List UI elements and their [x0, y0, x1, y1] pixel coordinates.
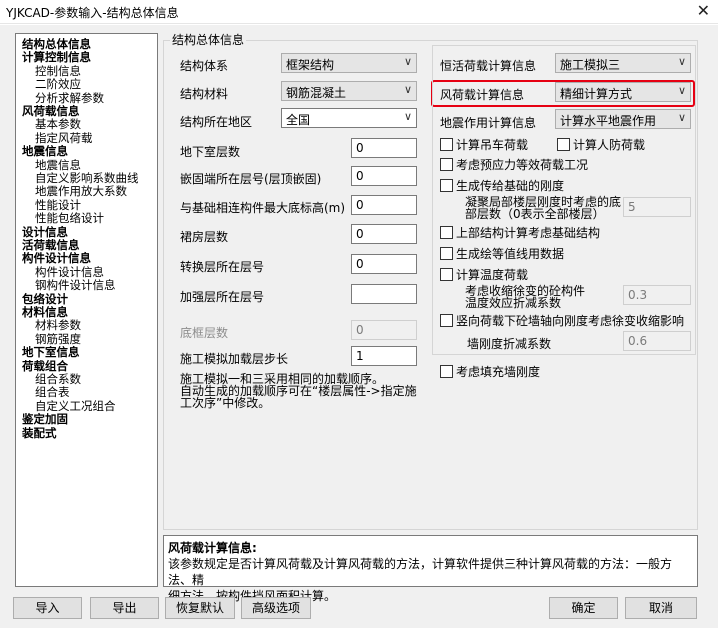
tree-item[interactable]: 活荷载信息	[22, 239, 80, 252]
ok-button[interactable]: 确定	[549, 597, 618, 619]
checkbox-box[interactable]	[440, 365, 453, 378]
region-select[interactable]: 全国 ∨	[281, 108, 417, 128]
tree-item[interactable]: 构件设计信息	[35, 265, 104, 279]
infill-wall-checkbox[interactable]: 考虑填充墙刚度	[440, 363, 540, 380]
region-label: 结构所在地区	[180, 115, 253, 129]
basement-floors-label: 地下室层数	[180, 145, 241, 159]
window-title: YJKCAD-参数输入-结构总体信息	[6, 6, 179, 20]
description-title: 风荷载计算信息:	[168, 541, 257, 555]
close-icon[interactable]: ✕	[697, 1, 710, 20]
tree-item[interactable]: 风荷载信息	[22, 105, 80, 118]
description-line-1: 该参数规定是否计算风荷载及计算风荷载的方法，计算软件提供三种计算风荷载的方法：一…	[168, 557, 673, 587]
right-subgroup	[432, 45, 696, 355]
tree-item[interactable]: 组合表	[35, 386, 70, 399]
transfer-floor-label: 转换层所在层号	[180, 260, 265, 274]
tree-item[interactable]: 组合系数	[35, 373, 81, 386]
reset-default-button[interactable]: 恢复默认	[165, 597, 235, 619]
group-title: 结构总体信息	[170, 31, 247, 48]
title-bar: YJKCAD-参数输入-结构总体信息 ✕	[0, 0, 718, 24]
strengthen-floor-label: 加强层所在层号	[180, 290, 265, 304]
tree-item[interactable]: 荷载组合	[22, 359, 68, 373]
structure-material-label: 结构材料	[180, 87, 229, 101]
tree-item[interactable]: 地下室信息	[22, 346, 80, 359]
tree-item[interactable]: 材料信息	[22, 306, 68, 319]
description-panel: 风荷载计算信息: 该参数规定是否计算风荷载及计算风荷载的方法，计算软件提供三种计…	[163, 535, 698, 603]
construction-step-input[interactable]: 1	[351, 346, 417, 366]
tree-item[interactable]: 构件设计信息	[22, 252, 91, 265]
structure-system-label: 结构体系	[180, 59, 229, 73]
strengthen-floor-input[interactable]	[351, 284, 417, 304]
tree-item[interactable]: 结构总体信息	[22, 38, 91, 51]
podium-floors-input[interactable]: 0	[351, 224, 417, 244]
tree-item[interactable]: 自定义工况组合	[35, 399, 116, 413]
tree-item[interactable]: 地震作用放大系数	[35, 185, 127, 198]
embed-floor-label: 嵌固端所在层号(层顶嵌固)	[180, 172, 322, 186]
export-button[interactable]: 导出	[90, 597, 159, 619]
tree-item[interactable]: 地震信息	[35, 158, 81, 172]
tree-item[interactable]: 性能设计	[35, 198, 81, 212]
chevron-down-icon: ∨	[403, 110, 412, 123]
tree-item[interactable]: 设计信息	[22, 225, 68, 239]
max-bottom-height-input[interactable]: 0	[351, 195, 417, 215]
structure-material-value: 钢筋混凝土	[286, 86, 347, 100]
tree-item[interactable]: 二阶效应	[35, 78, 81, 91]
max-bottom-height-label: 与基础相连构件最大底标高(m)	[180, 201, 346, 215]
structure-system-select[interactable]: 框架结构 ∨	[281, 53, 417, 73]
tree-item[interactable]: 钢构件设计信息	[35, 279, 116, 292]
structure-material-select[interactable]: 钢筋混凝土 ∨	[281, 81, 417, 101]
tree-item[interactable]: 指定风荷载	[35, 131, 93, 145]
basement-floors-input[interactable]: 0	[351, 138, 417, 158]
embed-floor-input[interactable]: 0	[351, 166, 417, 186]
parameter-tree[interactable]: 结构总体信息 计算控制信息 控制信息 二阶效应 分析求解参数 风荷载信息 基本参数 指定风荷载…	[15, 33, 158, 587]
import-button[interactable]: 导入	[13, 597, 82, 619]
structure-system-value: 框架结构	[286, 58, 335, 72]
podium-floors-label: 裙房层数	[180, 230, 229, 244]
region-value: 全国	[286, 113, 311, 127]
tree-item[interactable]: 基本参数	[35, 118, 81, 131]
tree-item[interactable]: 钢筋强度	[35, 332, 81, 346]
tree-item[interactable]: 装配式	[22, 426, 57, 440]
advanced-options-button[interactable]: 高级选项	[241, 597, 311, 619]
cancel-button[interactable]: 取消	[625, 597, 697, 619]
construction-note-3: 工次序”中修改。	[180, 396, 271, 410]
chevron-down-icon: ∨	[403, 55, 412, 68]
tree-item[interactable]: 分析求解参数	[35, 91, 104, 105]
infill-wall-label: 考虑填充墙刚度	[456, 365, 541, 379]
construction-step-label: 施工模拟加载层步长	[180, 352, 289, 366]
transfer-floor-input[interactable]: 0	[351, 254, 417, 274]
tree-item[interactable]: 性能包络设计	[35, 212, 104, 225]
tree-item[interactable]: 控制信息	[35, 64, 81, 78]
chevron-down-icon: ∨	[403, 83, 412, 96]
tree-item[interactable]: 自定义影响系数曲线	[35, 172, 139, 185]
tree-item[interactable]: 计算控制信息	[22, 51, 91, 64]
tree-item[interactable]: 包络设计	[22, 292, 68, 306]
tree-item[interactable]: 地震信息	[22, 145, 68, 158]
frame-floors-label: 底框层数	[180, 326, 229, 340]
tree-item[interactable]: 材料参数	[35, 319, 81, 332]
frame-floors-input: 0	[351, 320, 417, 340]
tree-item[interactable]: 鉴定加固	[22, 413, 68, 426]
